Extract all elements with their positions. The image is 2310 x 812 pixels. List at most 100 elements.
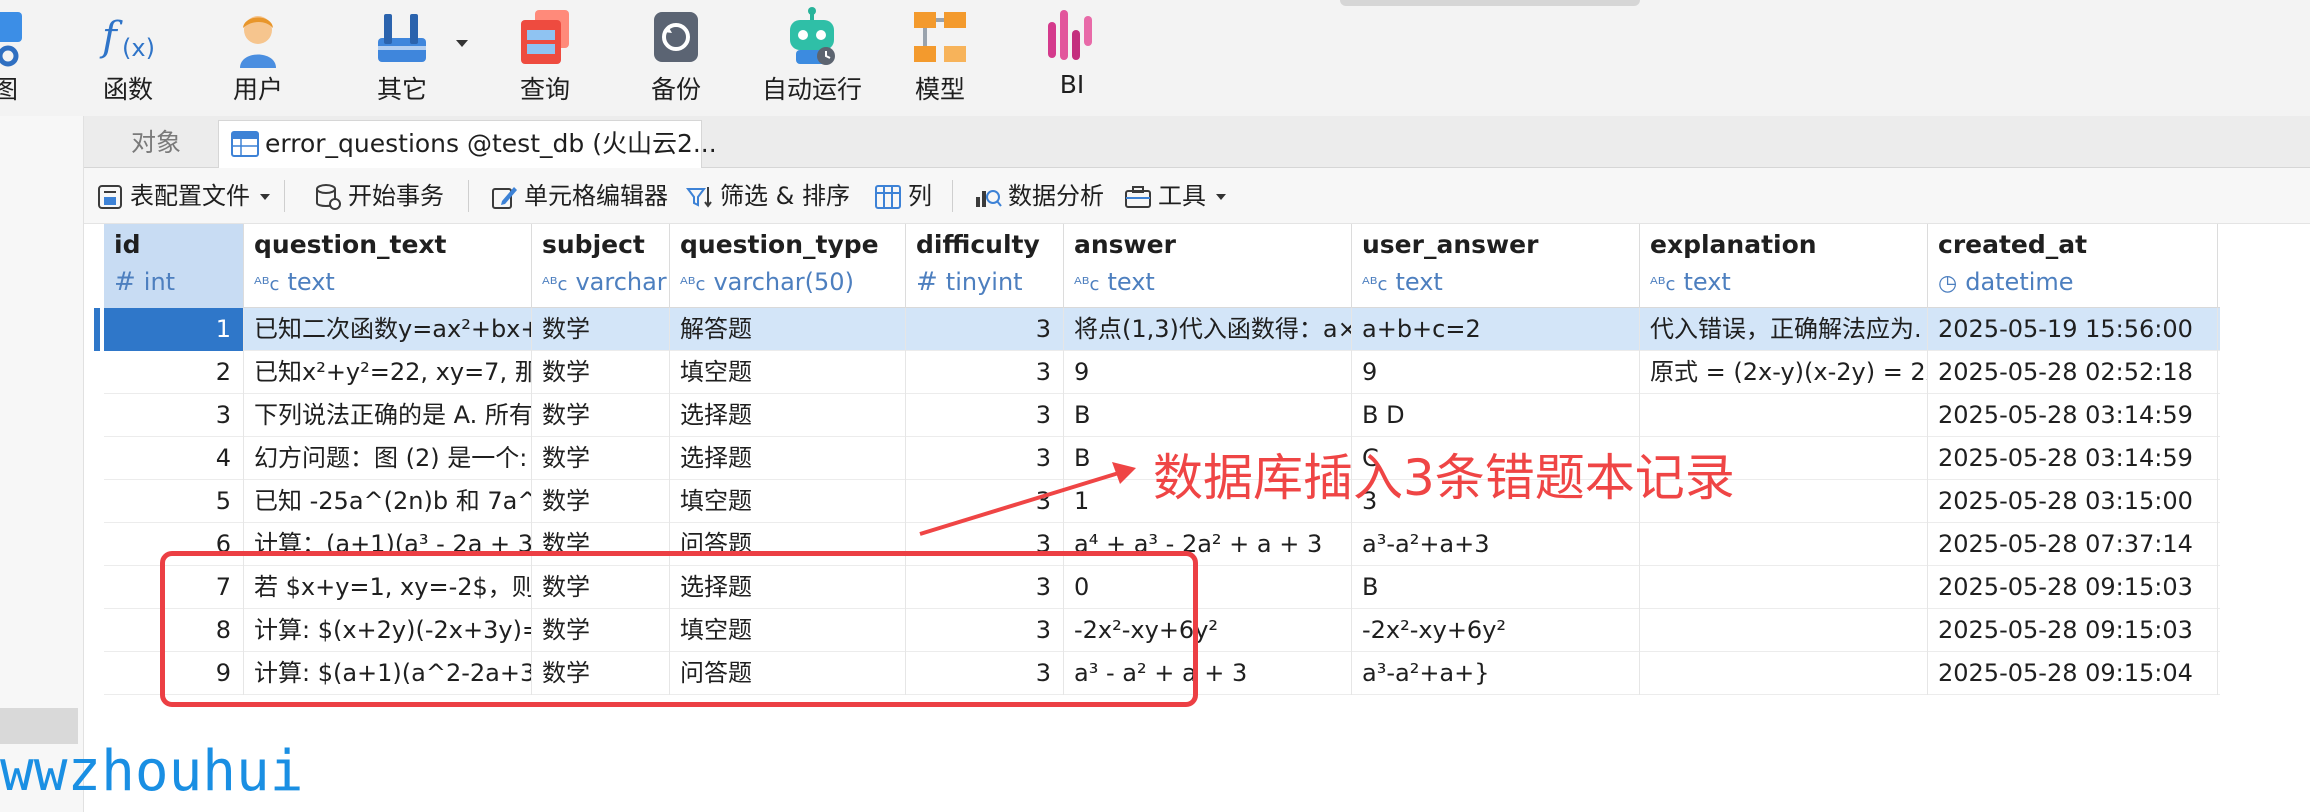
cell-created-at[interactable]: 2025-05-28 03:14:59 [1928,394,2218,437]
cell-question-type[interactable]: 解答题 [670,308,906,351]
cell-question-type[interactable]: 填空题 [670,351,906,394]
cell-user-answer[interactable]: a+b+c=2 [1352,308,1640,351]
cell-question-type[interactable]: 选择题 [670,394,906,437]
cell-answer[interactable]: 9 [1064,351,1352,394]
columns-icon [875,185,901,209]
cell-explanation[interactable]: 原式 = (2x-y)(x-2y) = 2x [1640,351,1928,394]
backup-icon [654,12,698,62]
column-type-label: text [287,268,335,296]
column-header-question-type[interactable]: question_type ᴬᴮc varchar(50) [670,224,906,308]
main-toolbar: 图 f (x) 函数 用户 其它 查询 备份 自动运行 模型 BI [0,0,2310,116]
column-header-difficulty[interactable]: difficulty # tinyint [906,224,1064,308]
cell-explanation[interactable] [1640,652,1928,695]
toolbar-model-button[interactable]: 模型 [900,0,980,116]
toolbar-view-button[interactable]: 图 [0,0,22,116]
column-header-subject[interactable]: subject ᴬᴮc varchar [532,224,670,308]
column-header-explanation[interactable]: explanation ᴬᴮc text [1640,224,1928,308]
cell-user-answer[interactable]: -2x²-xy+6y² [1352,609,1640,652]
toolbar-user-button[interactable]: 用户 [218,0,298,116]
table-row[interactable]: 1 已知二次函数y=ax²+bx+ 数学 解答题 3 将点(1,3)代入函数得：a× a+b… [94,308,2220,351]
cell-question-text[interactable]: 已知二次函数y=ax²+bx+ [244,308,532,351]
cell-answer[interactable]: 将点(1,3)代入函数得：a× [1064,308,1352,351]
cell-explanation[interactable] [1640,566,1928,609]
column-type: ᴬᴮc text [1650,270,1927,297]
cell-subject[interactable]: 数学 [532,437,670,480]
cell-explanation[interactable] [1640,523,1928,566]
table-row[interactable]: 2 已知x²+y²=22, xy=7, 那: 数学 填空题 3 9 9 原式 = (2x-y)… [104,351,2220,394]
chevron-down-icon[interactable] [1216,194,1226,200]
cell-question-type[interactable]: 填空题 [670,480,906,523]
toolbar-backup-label: 备份 [650,75,701,104]
cell-question-text[interactable]: 下列说法正确的是 A. 所有 [244,394,532,437]
tab-objects[interactable]: 对象 [88,120,224,168]
database-icon [316,184,341,210]
cell-question-text[interactable]: 已知x²+y²=22, xy=7, 那: [244,351,532,394]
cell-created-at[interactable]: 2025-05-28 02:52:18 [1928,351,2218,394]
filter-sort-button[interactable]: 筛选 & 排序 [686,176,850,216]
toolbar-divider [952,180,953,212]
function-icon: f (x) [99,14,155,62]
cell-created-at[interactable]: 2025-05-28 07:37:14 [1928,523,2218,566]
begin-transaction-button[interactable]: 开始事务 [314,176,444,216]
data-analysis-button[interactable]: 数据分析 [974,176,1104,216]
column-type: ◷ datetime [1938,270,2217,296]
toolbar-function-label: 函数 [102,75,153,104]
cell-created-at[interactable]: 2025-05-28 03:15:00 [1928,480,2218,523]
toolbar-other-label: 其它 [376,75,427,104]
column-header-user-answer[interactable]: user_answer ᴬᴮc text [1352,224,1640,308]
column-header-id[interactable]: id # int [104,224,244,308]
cell-subject[interactable]: 数学 [532,480,670,523]
tools-button[interactable]: 工具 [1124,176,1226,216]
cell-id[interactable]: 4 [104,437,244,480]
cell-difficulty[interactable]: 3 [906,351,1064,394]
cell-explanation[interactable]: 代入错误，正确解法应为. [1640,308,1928,351]
cell-editor-button[interactable]: 单元格编辑器 [490,176,668,216]
chevron-down-icon[interactable] [456,40,468,47]
columns-button[interactable]: 列 [874,176,932,216]
cell-explanation[interactable] [1640,609,1928,652]
text-type-icon: ᴬᴮc [254,274,280,295]
cell-difficulty[interactable]: 3 [906,308,1064,351]
cell-id[interactable]: 5 [104,480,244,523]
cell-created-at[interactable]: 2025-05-28 09:15:04 [1928,652,2218,695]
table-profile-button[interactable]: 表配置文件 [96,176,270,216]
cell-question-text[interactable]: 幻方问题：图 (2) 是一个: [244,437,532,480]
column-header-answer[interactable]: answer ᴬᴮc text [1064,224,1352,308]
cell-question-type[interactable]: 选择题 [670,437,906,480]
cell-explanation[interactable] [1640,394,1928,437]
clock-icon: ◷ [1938,271,1958,296]
toolbar-bi-button[interactable]: BI [1032,0,1112,116]
cell-user-answer[interactable]: a³-a²+a+} [1352,652,1640,695]
cell-user-answer[interactable]: 9 [1352,351,1640,394]
column-header-question-text[interactable]: question_text ᴬᴮc text [244,224,532,308]
cell-id[interactable]: 2 [104,351,244,394]
toolbar-backup-button[interactable]: 备份 [636,0,716,116]
cell-created-at[interactable]: 2025-05-28 09:15:03 [1928,566,2218,609]
cell-difficulty[interactable]: 3 [906,394,1064,437]
cell-question-text[interactable]: 已知 -25a^(2n)b 和 7a^ [244,480,532,523]
toolbar-automation-label: 自动运行 [761,75,862,104]
toolbar-other-button[interactable]: 其它 [362,0,468,116]
chevron-down-icon[interactable] [260,194,270,200]
tab-error-questions[interactable]: error_questions @test_db (火山云2... [218,120,717,168]
cell-subject[interactable]: 数学 [532,351,670,394]
cell-created-at[interactable]: 2025-05-28 09:15:03 [1928,609,2218,652]
cell-user-answer[interactable]: B D [1352,394,1640,437]
cell-editor-label: 单元格编辑器 [524,182,668,210]
cell-created-at[interactable]: 2025-05-19 15:56:00 [1928,308,2218,351]
toolbar-function-button[interactable]: f (x) 函数 [88,0,168,116]
cell-subject[interactable]: 数学 [532,394,670,437]
cell-user-answer[interactable]: a³-a²+a+3 [1352,523,1640,566]
toolbar-automation-button[interactable]: 自动运行 [752,0,872,116]
cell-id[interactable]: 3 [104,394,244,437]
table-icon [231,131,259,157]
grid-header: id # int question_text ᴬᴮc text subject ᴬᴮc varc… [104,224,2220,308]
cell-answer[interactable]: B [1064,394,1352,437]
cell-subject[interactable]: 数学 [532,308,670,351]
toolbar-query-button[interactable]: 查询 [505,0,585,116]
cell-created-at[interactable]: 2025-05-28 03:14:59 [1928,437,2218,480]
cell-user-answer[interactable]: B [1352,566,1640,609]
column-header-created-at[interactable]: created_at ◷ datetime [1928,224,2218,308]
cell-id[interactable]: 1 [104,308,244,351]
table-row[interactable]: 3 下列说法正确的是 A. 所有 数学 选择题 3 B B D 2025-05-28 03:1… [104,394,2220,437]
